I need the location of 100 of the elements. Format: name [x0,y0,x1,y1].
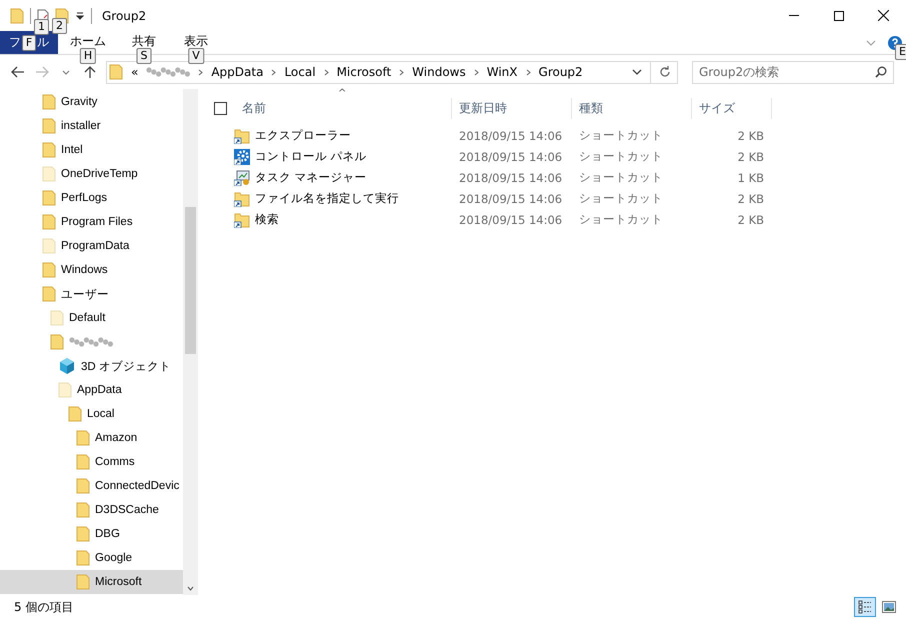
breadcrumb[interactable]: AppData [211,65,264,79]
folder-icon [76,574,90,590]
breadcrumb[interactable]: Local [284,65,316,79]
folder-shortcut-icon [234,190,250,206]
tree-label: ProgramData [61,240,130,252]
dropdown-icon[interactable] [75,10,85,20]
sort-indicator: ^ [338,89,346,98]
tree-item[interactable]: Windows [0,258,183,282]
close-icon[interactable] [878,10,889,21]
folder-icon [68,406,82,422]
table-cell-text: ショートカット [578,149,664,164]
tree-label: installer [61,120,101,132]
tree-item[interactable]: ProgramData [0,234,183,258]
separator-icon[interactable] [399,68,404,76]
minimize-icon[interactable] [788,15,798,16]
folder-icon [76,526,90,542]
breadcrumb[interactable]: Windows [412,65,466,79]
table-cell-text: 2018/09/15 14:06 [458,192,564,206]
tree-label: AppData [77,384,122,396]
tree-item[interactable]: installer [0,114,183,138]
tree-item[interactable]: Program Files [0,210,183,234]
column-header[interactable]: 名前 [235,98,452,119]
tree-item[interactable]: Gravity [0,90,183,114]
up-icon[interactable] [84,65,96,79]
address-bar[interactable]: « AppData Local Microsoft Windows WinX Group2 [106,60,678,84]
column-header[interactable]: サイズ [692,98,772,119]
table-cell-text: ショートカット [578,212,664,227]
scroll-down-icon[interactable] [187,586,194,591]
table-cell-text: 2 KB [736,192,765,206]
cube-icon [58,357,76,375]
column-header[interactable]: 更新日時 [452,98,572,119]
tree-item[interactable]: Default [0,306,183,330]
tree-label: Program Files [61,216,133,228]
refresh-icon[interactable] [659,66,671,78]
folder-icon [42,190,56,206]
folder-icon [76,550,90,566]
folder-icon [42,142,56,158]
file-name[interactable]: ファイル名を指定して実行 [214,190,452,206]
tree-item[interactable]: ConnectedDevic [0,474,183,498]
file-name[interactable]: 検索 [214,212,452,228]
table-cell-text: 2018/09/15 14:06 [458,170,564,184]
file-name[interactable]: コントロール パネル [214,148,452,164]
tree-label: Amazon [95,432,138,444]
folder-icon [42,238,56,254]
redacted-name-mark [69,336,113,348]
folder-icon [42,118,56,134]
folder-icon [42,214,56,230]
tree-item[interactable]: D3DSCache [0,498,183,522]
overflow-crumb[interactable]: « [131,65,138,79]
table-cell-text: ショートカット [578,128,664,143]
tree-item[interactable]: OneDriveTemp [0,162,183,186]
separator-icon[interactable] [324,68,329,76]
chevron-icon[interactable] [866,40,876,46]
tree-label: Local [87,408,114,420]
back-icon[interactable] [11,66,25,78]
separator-icon[interactable] [271,68,276,76]
separator-icon[interactable] [198,68,204,76]
keytip: H [80,48,96,64]
folder-icon [76,478,90,494]
breadcrumb[interactable]: WinX [486,65,518,79]
file-name[interactable]: エクスプローラー [214,128,452,144]
tree-item[interactable]: PerfLogs [0,186,183,210]
select-all-checkbox[interactable] [214,102,227,115]
tree-item[interactable]: Microsoft [0,570,183,594]
search-box[interactable]: Group2の検索 [692,60,894,84]
folder-icon [42,166,56,182]
folder-icon [42,94,56,110]
scrollbar[interactable] [183,89,198,595]
folder-icon [76,454,90,470]
tree-label: 3D オブジェクト [81,360,171,374]
separator-icon[interactable] [474,68,479,76]
details-view-button[interactable] [854,597,876,617]
tree-item[interactable]: Local [0,402,183,426]
recent-dropdown-icon[interactable] [62,70,70,74]
tree-item[interactable]: Comms [0,450,183,474]
tree-item[interactable]: 3D オブジェクト [0,354,183,378]
tree-item[interactable]: AppData [0,378,183,402]
tree-item[interactable]: Amazon [0,426,183,450]
gear-shortcut-icon [234,148,250,164]
maximize-icon[interactable] [834,10,844,20]
keytip: 2 [52,18,67,34]
breadcrumb[interactable]: Microsoft [336,65,392,79]
tree-item[interactable]: Google [0,546,183,570]
column-header[interactable]: 種類 [572,98,692,119]
file-tab[interactable]: フ F ル [0,31,58,54]
tree-item[interactable]: Intel [0,138,183,162]
tree-item[interactable]: DBG [0,522,183,546]
search-icon[interactable] [875,66,887,78]
folder-icon [58,382,72,398]
status-text: 5 個の項目 [14,598,74,616]
tree-label: Default [69,312,106,324]
table-cell-text: 2 KB [736,150,765,164]
table-cell-text: 2 KB [736,128,765,142]
file-name[interactable]: タスク マネージャー [214,170,452,186]
tree-item[interactable]: ユーザー [0,282,183,306]
folder-shortcut-icon [234,128,250,144]
history-dropdown-icon[interactable] [632,69,642,75]
separator-icon[interactable] [526,68,531,76]
scroll-thumb[interactable] [185,207,196,354]
breadcrumb[interactable]: Group2 [538,65,583,79]
